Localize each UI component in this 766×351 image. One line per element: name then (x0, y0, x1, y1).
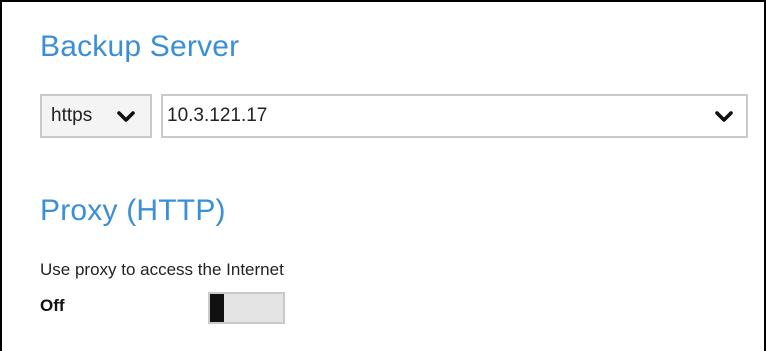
backup-server-title: Backup Server (40, 30, 240, 63)
proxy-title: Proxy (HTTP) (40, 194, 226, 227)
toggle-knob[interactable] (210, 294, 224, 322)
chevron-down-icon (117, 111, 135, 122)
proxy-state-label: Off (40, 296, 65, 315)
settings-panel: Backup Server https 10.3.121.17 Proxy (H… (0, 0, 766, 351)
protocol-select[interactable]: https (40, 94, 152, 138)
proxy-toggle[interactable] (208, 292, 285, 324)
proxy-description: Use proxy to access the Internet (40, 260, 284, 279)
backup-server-host-combobox[interactable]: 10.3.121.17 (161, 94, 748, 138)
backup-server-host-value[interactable]: 10.3.121.17 (167, 96, 267, 136)
protocol-select-value: https (51, 105, 93, 126)
chevron-down-icon[interactable] (712, 104, 736, 128)
